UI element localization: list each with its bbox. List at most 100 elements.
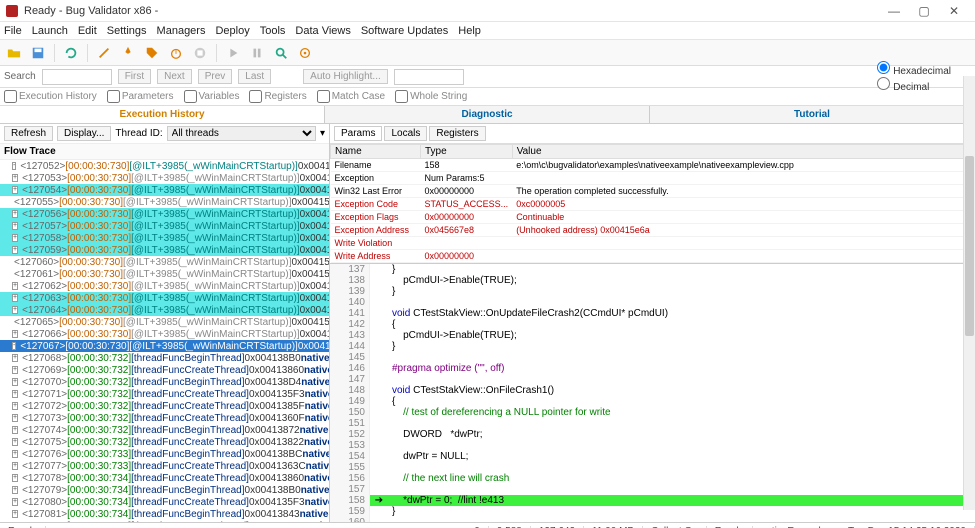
close-button[interactable]: ✕ [939, 4, 969, 18]
scrollbar-thumb[interactable] [965, 156, 974, 336]
flow-row[interactable]: +<127075> [00:00:30:732] [threadFuncCrea… [0, 436, 329, 448]
col-type[interactable]: Type [421, 145, 513, 159]
flow-row[interactable]: -<127052> [00:00:30:730] [@ILT+3985(_wWi… [0, 160, 329, 172]
save-icon[interactable] [28, 43, 48, 63]
expand-icon[interactable]: + [12, 282, 18, 290]
code-line[interactable]: 154 dwPtr = NULL; [330, 451, 975, 462]
menu-deploy[interactable]: Deploy [215, 25, 249, 37]
first-button[interactable]: First [118, 69, 151, 84]
stop-icon[interactable] [190, 43, 210, 63]
filter-execution-history[interactable]: Execution History [4, 90, 97, 103]
flow-row[interactable]: +<127057> [00:00:30:730] [@ILT+3985(_wWi… [0, 220, 329, 232]
flow-row[interactable]: +<127054> [00:00:30:730] [@ILT+3985(_wWi… [0, 184, 329, 196]
menu-help[interactable]: Help [458, 25, 481, 37]
code-line[interactable]: 148void CTestStakView::OnFileCrash1() [330, 385, 975, 396]
flow-row[interactable]: <127061> [00:00:30:730] [@ILT+3985(_wWin… [0, 268, 329, 280]
expand-icon[interactable]: + [12, 306, 18, 314]
code-line[interactable]: 151 [330, 418, 975, 429]
maximize-button[interactable]: ▢ [909, 4, 939, 18]
flow-row[interactable]: +<127079> [00:00:30:734] [threadFuncBegi… [0, 484, 329, 496]
filter-variables[interactable]: Variables [184, 90, 240, 103]
flow-row[interactable]: +<127076> [00:00:30:733] [threadFuncBegi… [0, 448, 329, 460]
tab-diagnostic[interactable]: Diagnostic [325, 106, 650, 123]
flow-row[interactable]: +<127071> [00:00:30:732] [threadFuncCrea… [0, 388, 329, 400]
expand-icon[interactable]: + [12, 414, 18, 422]
play-icon[interactable] [223, 43, 243, 63]
timer-icon[interactable] [166, 43, 186, 63]
expand-icon[interactable]: + [12, 498, 18, 506]
expand-icon[interactable]: + [12, 474, 18, 482]
menu-launch[interactable]: Launch [32, 25, 68, 37]
filter-whole-string[interactable]: Whole String [395, 90, 467, 103]
expand-icon[interactable]: + [12, 402, 18, 410]
thread-select[interactable]: All threads [167, 126, 316, 141]
expand-icon[interactable]: + [12, 426, 18, 434]
flow-row[interactable]: +<127066> [00:00:30:730] [@ILT+3985(_wWi… [0, 328, 329, 340]
tab-tutorial[interactable]: Tutorial [650, 106, 975, 123]
code-line[interactable]: 150 // test of dereferencing a NULL poin… [330, 407, 975, 418]
flow-row[interactable]: +<127074> [00:00:30:732] [threadFuncBegi… [0, 424, 329, 436]
radix-hex[interactable]: Hexadecimal [877, 61, 951, 77]
expand-icon[interactable]: + [12, 186, 18, 194]
rocket-icon[interactable] [118, 43, 138, 63]
code-line[interactable]: 159} [330, 506, 975, 517]
rtab-params[interactable]: Params [334, 126, 382, 141]
flow-row[interactable]: +<127059> [00:00:30:730] [@ILT+3985(_wWi… [0, 244, 329, 256]
flow-row[interactable]: +<127077> [00:00:30:733] [threadFuncCrea… [0, 460, 329, 472]
code-line[interactable]: 152 DWORD *dwPtr; [330, 429, 975, 440]
col-name[interactable]: Name [331, 145, 421, 159]
expand-icon[interactable]: + [12, 210, 18, 218]
flow-row[interactable]: +<127068> [00:00:30:732] [threadFuncBegi… [0, 352, 329, 364]
highlight-input[interactable] [394, 69, 464, 85]
display-button[interactable]: Display... [57, 126, 111, 141]
filter-match-case[interactable]: Match Case [317, 90, 385, 103]
col-value[interactable]: Value [512, 145, 974, 159]
auto-highlight-button[interactable]: Auto Highlight... [303, 69, 388, 84]
expand-icon[interactable]: + [12, 390, 18, 398]
last-button[interactable]: Last [238, 69, 271, 84]
flow-row[interactable]: +<127062> [00:00:30:730] [@ILT+3985(_wWi… [0, 280, 329, 292]
code-line[interactable]: 143 pCmdUI->Enable(TRUE); [330, 330, 975, 341]
wand-icon[interactable] [94, 43, 114, 63]
flow-row[interactable]: <127060> [00:00:30:730] [@ILT+3985(_wWin… [0, 256, 329, 268]
flow-row[interactable]: +<127063> [00:00:30:730] [@ILT+3985(_wWi… [0, 292, 329, 304]
filter-registers[interactable]: Registers [249, 90, 306, 103]
expand-icon[interactable]: + [12, 378, 18, 386]
menu-settings[interactable]: Settings [107, 25, 147, 37]
menu-file[interactable]: File [4, 25, 22, 37]
expand-icon[interactable]: + [12, 450, 18, 458]
pause-icon[interactable] [247, 43, 267, 63]
code-line[interactable]: 160 [330, 517, 975, 522]
expand-icon[interactable]: - [12, 342, 16, 350]
flow-row[interactable]: +<127064> [00:00:30:730] [@ILT+3985(_wWi… [0, 304, 329, 316]
flow-trace-list[interactable]: -<127052> [00:00:30:730] [@ILT+3985(_wWi… [0, 160, 329, 522]
code-line[interactable]: 137} [330, 264, 975, 275]
code-line[interactable]: 138 pCmdUI->Enable(TRUE); [330, 275, 975, 286]
flow-row[interactable]: +<127053> [00:00:30:730] [@ILT+3985(_wWi… [0, 172, 329, 184]
code-line[interactable]: 146#pragma optimize ("", off) [330, 363, 975, 374]
tab-execution-history[interactable]: Execution History [0, 106, 325, 123]
flow-row[interactable]: +<127073> [00:00:30:732] [threadFuncCrea… [0, 412, 329, 424]
code-view[interactable]: 137}138 pCmdUI->Enable(TRUE);139}140141v… [330, 264, 975, 522]
code-line[interactable]: 147 [330, 374, 975, 385]
flow-row[interactable]: +<127080> [00:00:30:734] [threadFuncCrea… [0, 496, 329, 508]
flow-row[interactable]: +<127078> [00:00:30:734] [threadFuncCrea… [0, 472, 329, 484]
search-input[interactable] [42, 69, 112, 85]
flow-row[interactable]: +<127072> [00:00:30:732] [threadFuncCrea… [0, 400, 329, 412]
expand-icon[interactable]: + [12, 330, 18, 338]
scrollbar-vertical[interactable] [963, 76, 975, 510]
code-line[interactable]: 153 [330, 440, 975, 451]
flow-row[interactable]: +<127069> [00:00:30:732] [threadFuncCrea… [0, 364, 329, 376]
menu-managers[interactable]: Managers [157, 25, 206, 37]
flow-row[interactable]: +<127056> [00:00:30:730] [@ILT+3985(_wWi… [0, 208, 329, 220]
minimize-button[interactable]: — [879, 4, 909, 18]
flow-row[interactable]: +<127082> [00:00:30:734] [threadFuncCrea… [0, 520, 329, 522]
zoom-icon[interactable] [271, 43, 291, 63]
code-line[interactable]: 142{ [330, 319, 975, 330]
code-line[interactable]: 140 [330, 297, 975, 308]
next-button[interactable]: Next [157, 69, 192, 84]
expand-icon[interactable]: + [12, 510, 18, 518]
flow-row[interactable]: +<127058> [00:00:30:730] [@ILT+3985(_wWi… [0, 232, 329, 244]
dropdown-icon[interactable]: ▾ [320, 128, 325, 139]
code-line[interactable]: 149{ [330, 396, 975, 407]
